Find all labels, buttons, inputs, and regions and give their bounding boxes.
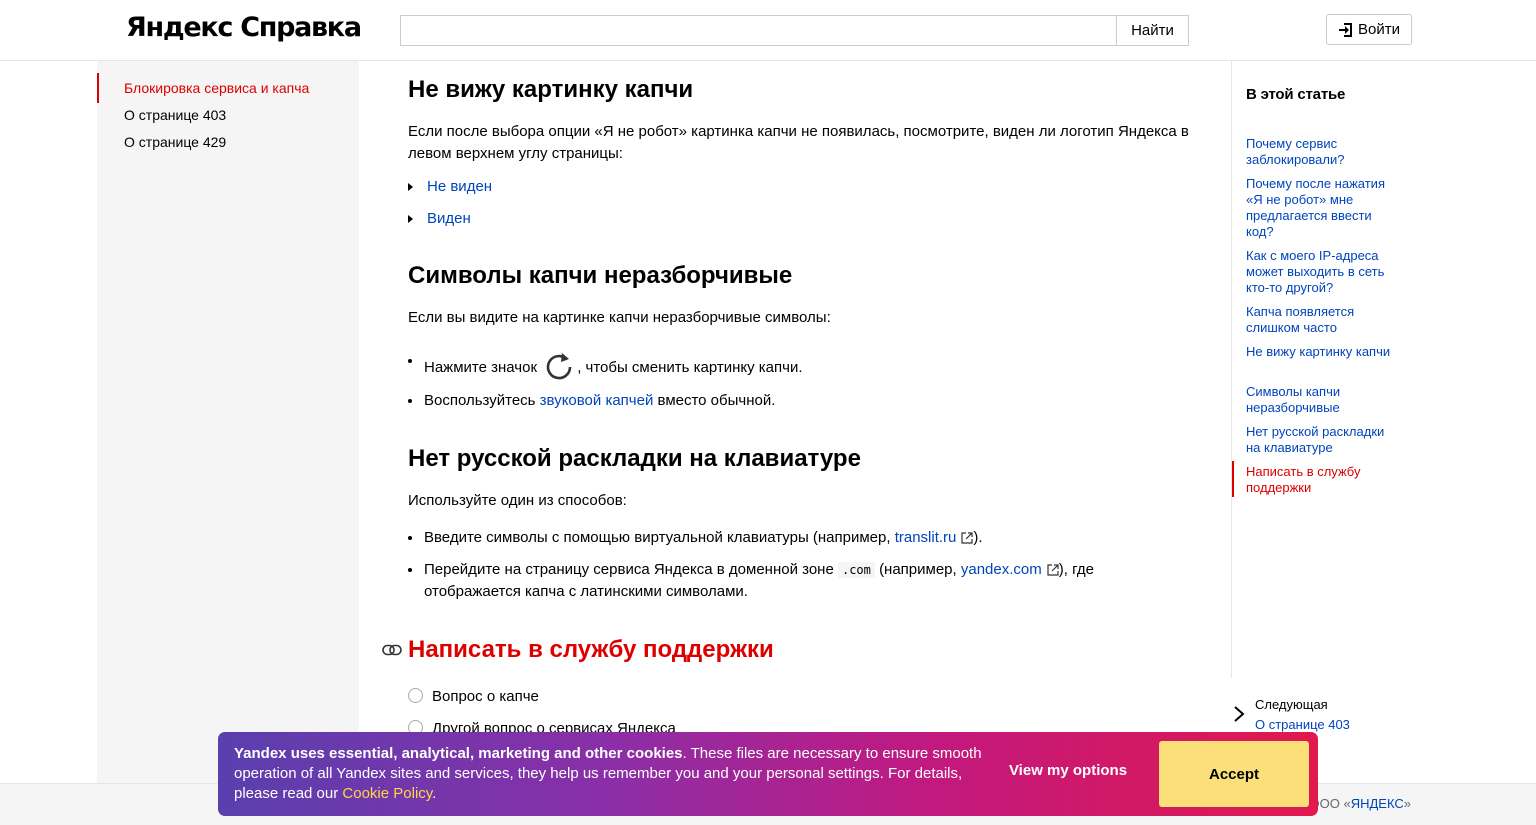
list-text: Нажмите значок	[424, 359, 538, 376]
triangle-right-icon	[408, 183, 413, 191]
view-options-button[interactable]: View my options	[993, 762, 1143, 779]
translit-link[interactable]: translit.ru	[895, 529, 957, 546]
login-label: Войти	[1358, 21, 1400, 38]
cookie-banner: Yandex uses essential, analytical, marke…	[218, 732, 1318, 816]
toc-title: В этой статье	[1246, 86, 1346, 103]
toc-item-why-code[interactable]: Почему после нажатия «Я не робот» мне пр…	[1246, 176, 1401, 240]
paragraph-line: Если после выбора опции «Я не робот» кар…	[408, 123, 1189, 140]
toc-item-no-image[interactable]: Не вижу картинку капчи	[1246, 344, 1401, 360]
paragraph: Используйте один из способов:	[408, 492, 627, 509]
toc-item-write-support[interactable]: Написать в службу поддержки	[1246, 464, 1401, 496]
login-icon	[1339, 22, 1352, 37]
next-article[interactable]: Следующая О странице 403	[1233, 697, 1413, 737]
paragraph-line: левом верхнем углу страницы:	[408, 145, 623, 162]
header: Яндекс Справка Найти Войти	[0, 0, 1536, 61]
cookie-message: Yandex uses essential, analytical, marke…	[234, 744, 994, 804]
toc-active-indicator	[1232, 461, 1234, 497]
yandex-link[interactable]: ЯНДЕКС	[1351, 796, 1404, 811]
code-inline: .com	[837, 562, 875, 578]
cut-label: Виден	[427, 210, 471, 227]
toc-item-too-often[interactable]: Капча появляется слишком часто	[1246, 304, 1401, 336]
login-button[interactable]: Войти	[1326, 14, 1412, 45]
chevron-right-icon	[1234, 706, 1245, 722]
sidebar-item-403[interactable]: О странице 403	[124, 107, 226, 123]
cookie-message-bold: Yandex uses essential, analytical, marke…	[234, 745, 683, 762]
toc-item-illegible[interactable]: Символы капчи неразборчивые	[1246, 384, 1401, 416]
radio-circle[interactable]	[408, 688, 423, 703]
list-text: отображается капча с латинскими символам…	[424, 583, 748, 600]
paragraph: Если вы видите на картинке капчи неразбо…	[408, 309, 831, 326]
audio-captcha-link[interactable]: звуковой капчей	[540, 392, 654, 409]
cookie-policy-link[interactable]: Cookie Policy	[342, 785, 432, 802]
section-title-no-captcha-image: Не вижу картинку капчи	[408, 76, 694, 103]
next-article-link[interactable]: О странице 403	[1255, 717, 1350, 732]
list-item-text: Введите символы с помощью виртуальной кл…	[424, 527, 983, 549]
list-text: ).	[973, 529, 983, 546]
list-item: Перейдите на страницу сервиса Яндекса в …	[408, 559, 1208, 603]
search-button[interactable]: Найти	[1116, 15, 1189, 46]
list-text: вместо обычной.	[657, 392, 776, 409]
cut-label: Не виден	[427, 178, 493, 195]
bullet	[408, 536, 412, 540]
next-caption: Следующая	[1255, 697, 1328, 712]
copyright-text: »	[1403, 796, 1411, 811]
bullet	[408, 568, 412, 572]
yandex-com-link[interactable]: yandex.com	[961, 561, 1042, 578]
logo[interactable]: Яндекс Справка	[126, 12, 362, 43]
accept-button[interactable]: Accept	[1159, 741, 1309, 807]
paragraph: Если после выбора опции «Я не робот» кар…	[408, 121, 1208, 165]
list-text: Воспользуйтесь	[424, 392, 536, 409]
list-text: , чтобы сменить картинку капчи.	[577, 359, 803, 376]
section-title-write-support: Написать в службу поддержки	[408, 636, 774, 663]
external-link-icon	[961, 532, 973, 544]
list-text: ), где	[1058, 561, 1094, 578]
toc-divider	[1231, 61, 1232, 678]
external-link-icon	[1047, 564, 1059, 576]
refresh-icon	[546, 353, 572, 380]
sidebar-item-captcha-block[interactable]: Блокировка сервиса и капча	[124, 80, 309, 96]
toc-item-ip-address[interactable]: Как с моего IP-адреса может выходить в с…	[1246, 248, 1401, 296]
list-text: Введите символы с помощью виртуальной кл…	[424, 529, 891, 546]
search-form: Найти	[400, 15, 1190, 46]
copyright: ООО «ЯНДЕКС»	[1310, 796, 1412, 811]
list-text: Перейдите на страницу сервиса Яндекса в …	[424, 561, 834, 578]
sidebar-item-429[interactable]: О странице 429	[124, 134, 226, 150]
toc-item-why-blocked[interactable]: Почему сервис заблокировали?	[1246, 136, 1401, 168]
bullet	[408, 399, 412, 403]
search-input[interactable]	[400, 15, 1117, 46]
left-sidebar: Блокировка сервиса и капча О странице 40…	[97, 61, 359, 783]
bullet	[408, 359, 412, 363]
section-title-illegible-symbols: Символы капчи неразборчивые	[408, 262, 793, 289]
anchor-link-icon[interactable]	[382, 644, 402, 656]
list-item-text: Нажмите значок , чтобы сменить картинку …	[424, 350, 803, 382]
sidebar-active-indicator	[97, 73, 99, 103]
list-item-text: Перейдите на страницу сервиса Яндекса в …	[424, 559, 1094, 603]
triangle-right-icon	[408, 215, 413, 223]
list-text: (например,	[879, 561, 957, 578]
radio-label: Вопрос о капче	[432, 688, 539, 705]
toc-item-no-layout[interactable]: Нет русской раскладки на клавиатуре	[1246, 424, 1401, 456]
section-title-no-russian-layout: Нет русской раскладки на клавиатуре	[408, 445, 861, 472]
list-item-text: Воспользуйтесь звуковой капчей вместо об…	[424, 390, 775, 412]
cookie-message-end: .	[432, 785, 437, 802]
